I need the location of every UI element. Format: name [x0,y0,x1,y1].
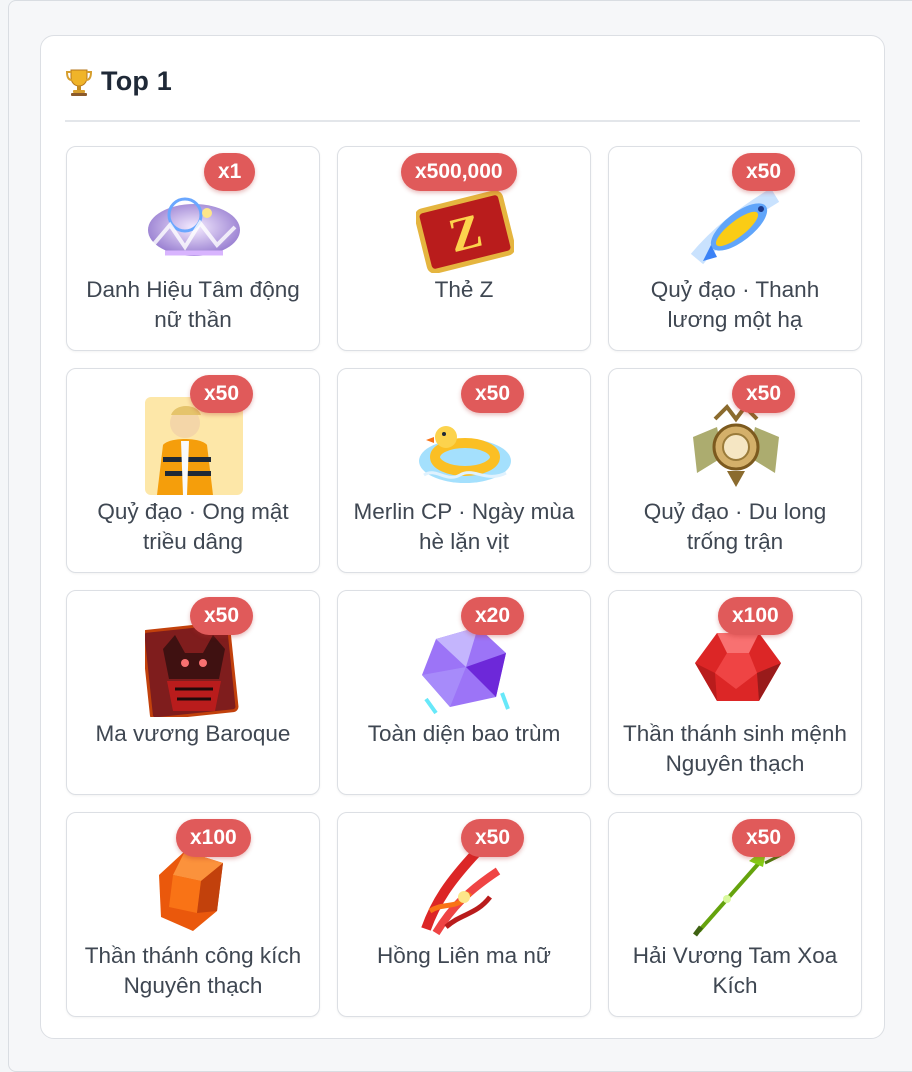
reward-card[interactable]: x50 Hồng Liên ma nữ [337,812,591,1017]
quantity-badge: x20 [461,597,525,635]
item-name: Ma vương Baroque [95,721,291,746]
header-divider [65,120,860,122]
quantity-badge: x50 [461,819,525,857]
quantity-badge: x50 [732,375,796,413]
item-name: Thẻ Z [434,277,494,302]
panel-header: Top 1 [65,66,172,97]
item-name: Quỷ đạo · Du long trống trận [643,499,827,554]
quantity-badge: x500,000 [401,153,517,191]
reward-card[interactable]: x50 Quỷ đạo · Ong mật triều dâng [66,368,320,573]
quantity-badge: x100 [718,597,793,635]
item-name: Quỷ đạo · Thanh lương một hạ [650,277,820,332]
panel-title: Top 1 [101,66,172,96]
item-name: Thần thánh công kích Nguyên thạch [84,943,302,998]
reward-card[interactable]: x50 Hải Vương Tam Xoa Kích [608,812,862,1017]
reward-card[interactable]: x50 Quỷ đạo · Du long trống trận [608,368,862,573]
reward-card[interactable]: x100 Thần thánh công kích Nguyên thạch [66,812,320,1017]
quantity-badge: x1 [204,153,256,191]
item-name: Danh Hiệu Tâm động nữ thần [86,277,300,332]
quantity-badge: x50 [461,375,525,413]
item-name: Quỷ đạo · Ong mật triều dâng [97,499,289,554]
reward-card[interactable]: x1 Danh Hiệu Tâm động nữ thần [66,146,320,351]
reward-card[interactable]: x50 Quỷ đạo · Thanh lương một hạ [608,146,862,351]
quantity-badge: x50 [190,375,254,413]
reward-card[interactable]: Z x500,000 Thẻ Z [337,146,591,351]
reward-card[interactable]: x100 Thần thánh sinh mệnh Nguyên thạch [608,590,862,795]
quantity-badge: x50 [732,819,796,857]
item-name: Toàn diện bao trùm [367,721,561,746]
item-name: Merlin CP · Ngày mùa hè lặn vịt [353,499,575,554]
reward-card[interactable]: x20 Toàn diện bao trùm [337,590,591,795]
quantity-badge: x50 [190,597,254,635]
reward-panel: Top 1 x1 Danh Hiệu Tâm động nữ thần Z x5… [40,35,885,1039]
quantity-badge: x100 [176,819,251,857]
reward-grid: x1 Danh Hiệu Tâm động nữ thần Z x500,000… [66,146,862,1017]
reward-card[interactable]: x50 Ma vương Baroque [66,590,320,795]
trophy-icon [65,67,93,97]
reward-card[interactable]: x50 Merlin CP · Ngày mùa hè lặn vịt [337,368,591,573]
item-name: Hồng Liên ma nữ [377,943,551,968]
quantity-badge: x50 [732,153,796,191]
item-name: Hải Vương Tam Xoa Kích [632,943,838,998]
item-name: Thần thánh sinh mệnh Nguyên thạch [623,721,847,776]
